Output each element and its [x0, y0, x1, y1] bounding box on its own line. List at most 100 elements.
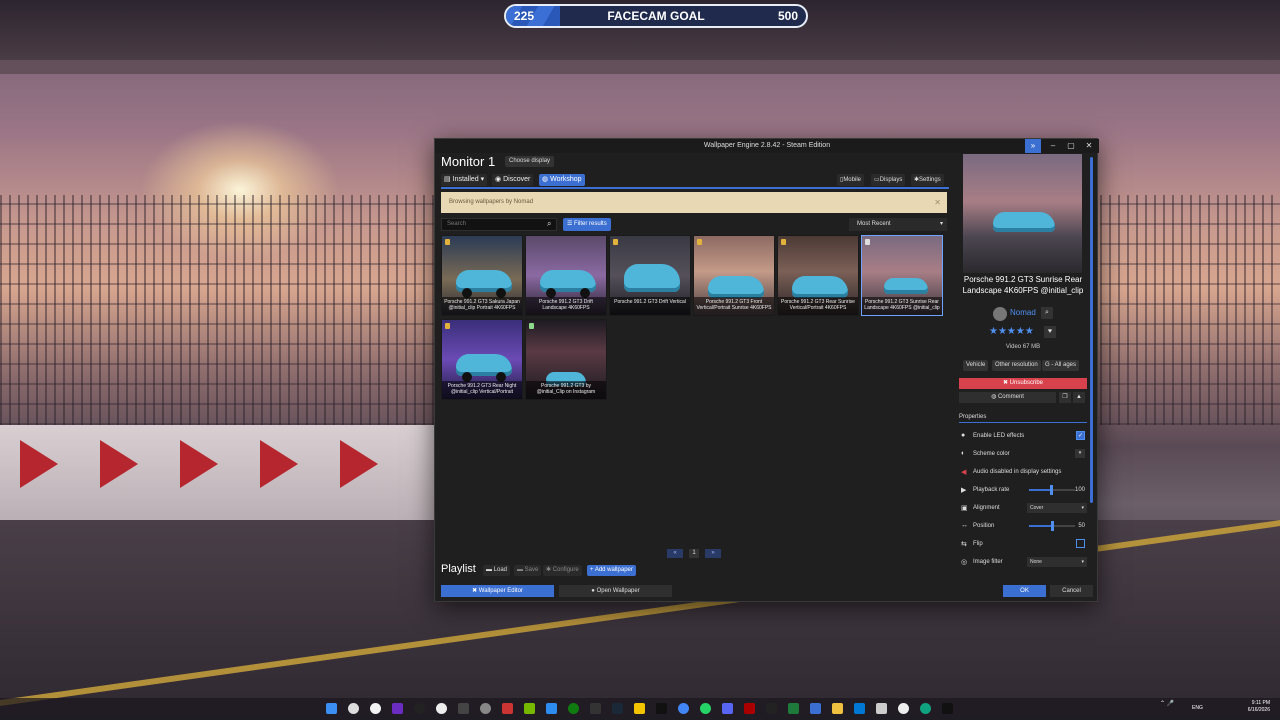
wallpaper-item-selected[interactable]: Porsche 991.2 GT3 Sunrise Rear Landscape…	[861, 235, 943, 316]
load-label: Load	[493, 567, 508, 573]
avatar[interactable]	[993, 307, 1007, 321]
app-icon[interactable]	[876, 703, 887, 714]
folder-icon[interactable]	[832, 703, 843, 714]
configure-playlist-button[interactable]: ✱ Configure	[543, 565, 582, 576]
wallpaper-editor-button[interactable]: ✖ Wallpaper Editor	[441, 585, 554, 597]
tab-discover[interactable]: ◉ Discover	[492, 174, 534, 186]
wallpaper-item[interactable]: Porsche 991.2 GT3 by @initial_Clip on In…	[525, 319, 607, 400]
language-indicator[interactable]: ENG	[1192, 705, 1203, 711]
app-icon[interactable]	[854, 703, 865, 714]
fence-right	[1100, 195, 1280, 425]
unsubscribe-button[interactable]: ✖ Unsubscribe	[959, 378, 1087, 389]
flip-checkbox[interactable]	[1076, 539, 1085, 548]
app-icon[interactable]	[414, 703, 425, 714]
app-icon[interactable]	[766, 703, 777, 714]
expand-icon[interactable]: »	[1025, 139, 1041, 153]
browser-icon[interactable]	[370, 703, 381, 714]
app-icon[interactable]	[546, 703, 557, 714]
clock[interactable]: 9:11 PM 6/16/2026	[1236, 700, 1270, 714]
wallpaper-item[interactable]: Porsche 991.2 GT3 Rear Night @initial_cl…	[441, 319, 523, 400]
nvidia-icon[interactable]	[524, 703, 535, 714]
tag-vehicle[interactable]: Vehicle	[963, 360, 989, 371]
close-icon[interactable]: ✕	[1081, 139, 1097, 153]
filter-icon: ☰	[567, 221, 575, 227]
wallpaper-item[interactable]: Porsche 991.2 GT3 Front Vertical/Portrai…	[693, 235, 775, 316]
ok-button[interactable]: OK	[1003, 585, 1046, 597]
led-checkbox[interactable]: ✓	[1076, 431, 1085, 440]
tag-rating[interactable]: G - All ages	[1042, 360, 1080, 371]
flip-icon: ⇆	[961, 541, 967, 548]
app-icon[interactable]	[480, 703, 491, 714]
wallpaper-item[interactable]: Porsche 991.2 GT3 Drift Landscape 4K60FP…	[525, 235, 607, 316]
choose-display-button[interactable]: Choose display	[505, 156, 555, 167]
author-link[interactable]: Nomad	[1010, 308, 1036, 317]
page-prev-button[interactable]: «	[667, 549, 683, 558]
mobile-button[interactable]: ▯Mobile	[837, 174, 864, 186]
epic-icon[interactable]	[590, 703, 601, 714]
app-icon[interactable]	[634, 703, 645, 714]
wallpaper-item[interactable]: Porsche 991.2 GT3 Sakura Japan @initial_…	[441, 235, 523, 316]
app-icon[interactable]	[656, 703, 667, 714]
properties-scrollbar[interactable]	[1090, 157, 1093, 503]
app-icon[interactable]	[502, 703, 513, 714]
github-icon[interactable]	[898, 703, 909, 714]
wallpaper-item[interactable]: Porsche 991.2 GT3 Rear Sunrise Vertical/…	[777, 235, 859, 316]
xbox-icon[interactable]	[568, 703, 579, 714]
slider-value: 50	[1078, 523, 1085, 529]
wallpaper-item[interactable]: Porsche 991.2 GT3 Drift Vertical	[609, 235, 691, 316]
palette-icon: ◐	[961, 450, 966, 457]
load-playlist-button[interactable]: ▬ Load	[483, 565, 511, 576]
close-icon[interactable]: ✕	[934, 192, 941, 213]
app-icon[interactable]	[920, 703, 931, 714]
playback-slider[interactable]	[1029, 485, 1075, 495]
image-filter-dropdown[interactable]: None ▾	[1027, 557, 1087, 567]
terminal-icon[interactable]	[788, 703, 799, 714]
add-wallpaper-button[interactable]: + Add wallpaper	[587, 565, 636, 576]
app-icon[interactable]	[942, 703, 953, 714]
search-input[interactable]: Search	[441, 218, 557, 231]
file-size: Video 67 MB	[1005, 344, 1041, 350]
tab-workshop[interactable]: ◍ Workshop	[539, 174, 585, 186]
warning-icon[interactable]: ▲	[1073, 392, 1085, 403]
displays-button[interactable]: ▭Displays	[871, 174, 906, 186]
start-icon[interactable]	[326, 703, 337, 714]
app-icon[interactable]	[392, 703, 403, 714]
tray-icons[interactable]: ⌃ 🎤	[1160, 700, 1174, 707]
goal-title: FACECAM GOAL	[607, 9, 705, 23]
compass-icon: ◉	[495, 176, 502, 183]
discord-icon[interactable]	[722, 703, 733, 714]
maximize-icon[interactable]: ▢	[1063, 139, 1079, 153]
save-playlist-button[interactable]: ▬ Save	[514, 565, 542, 576]
comment-button[interactable]: ◍ Comment	[959, 392, 1056, 403]
search-icon[interactable]: ⌕	[547, 219, 551, 229]
chevron-sign	[20, 440, 58, 488]
minimize-icon[interactable]: –	[1045, 139, 1061, 153]
app-icon[interactable]	[744, 703, 755, 714]
settings-button[interactable]: ✱Settings	[911, 174, 944, 186]
color-picker[interactable]: ▾	[1075, 449, 1085, 458]
open-wallpaper-button[interactable]: ● Open Wallpaper	[559, 585, 672, 597]
chrome-icon[interactable]	[678, 703, 689, 714]
search-icon[interactable]	[348, 703, 359, 714]
alignment-dropdown[interactable]: Cover ▾	[1027, 503, 1087, 513]
page-number[interactable]: 1	[689, 549, 699, 558]
app-icon[interactable]	[458, 703, 469, 714]
whatsapp-icon[interactable]	[700, 703, 711, 714]
tab-installed[interactable]: ▤ Installed ▾	[441, 174, 488, 186]
filter-results-button[interactable]: ☰ Filter results	[563, 218, 611, 231]
cancel-button[interactable]: Cancel	[1050, 585, 1093, 597]
tag-resolution[interactable]: Other resolution	[992, 360, 1041, 371]
page-next-button[interactable]: »	[705, 549, 721, 558]
prop-playback: ▶ Playback rate 100	[959, 483, 1087, 497]
titlebar[interactable]: Wallpaper Engine 2.8.42 - Steam Edition …	[435, 139, 1099, 153]
heart-icon[interactable]: ♥	[1044, 326, 1056, 338]
steam-icon[interactable]	[612, 703, 623, 714]
copy-icon[interactable]: ❐	[1059, 392, 1071, 403]
search-icon[interactable]: ⌕	[1041, 307, 1053, 319]
app-icon[interactable]	[436, 703, 447, 714]
position-slider[interactable]	[1029, 521, 1075, 531]
wallpaper-engine-icon[interactable]	[810, 703, 821, 714]
properties-header: Properties	[959, 414, 987, 420]
prop-label: Flip	[973, 541, 983, 547]
sort-dropdown[interactable]: Most Recent ▾	[849, 218, 947, 231]
